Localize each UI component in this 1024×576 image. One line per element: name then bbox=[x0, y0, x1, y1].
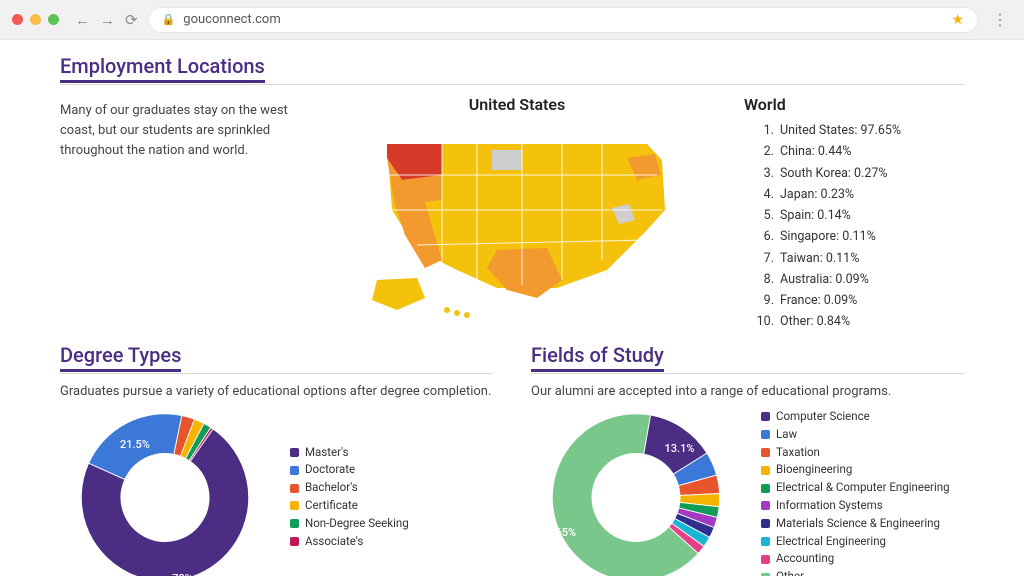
close-icon[interactable] bbox=[12, 14, 23, 25]
employment-locations-heading: Employment Locations bbox=[60, 54, 265, 83]
divider bbox=[60, 84, 964, 85]
us-map-title: United States bbox=[314, 95, 720, 114]
world-list-item: 7.Taiwan: 0.11% bbox=[754, 248, 964, 269]
legend-item: Taxation bbox=[761, 444, 950, 462]
reload-icon[interactable]: ⟳ bbox=[125, 11, 138, 29]
legend-item: Electrical & Computer Engineering bbox=[761, 479, 950, 497]
legend-item: Other bbox=[761, 568, 950, 576]
address-bar[interactable]: 🔒 gouconnect.com ★ bbox=[148, 7, 978, 33]
overflow-menu-icon[interactable]: ⋮ bbox=[988, 10, 1012, 29]
forward-icon[interactable]: → bbox=[100, 11, 115, 29]
back-icon[interactable]: ← bbox=[75, 11, 90, 29]
url-text: gouconnect.com bbox=[183, 12, 280, 27]
bookmark-star-icon[interactable]: ★ bbox=[951, 12, 964, 28]
world-list-item: 6.Singapore: 0.11% bbox=[754, 226, 964, 247]
legend-item: Bachelor's bbox=[290, 479, 409, 497]
legend-item: Accounting bbox=[761, 550, 950, 568]
world-list-item: 10.Other: 0.84% bbox=[754, 311, 964, 332]
world-rankings-list: 1.United States: 97.65%2.China: 0.44%3.S… bbox=[744, 120, 964, 333]
degree-types-heading: Degree Types bbox=[60, 343, 181, 372]
fields-of-study-subtitle: Our alumni are accepted into a range of … bbox=[531, 384, 964, 399]
legend-item: Associate's bbox=[290, 533, 409, 551]
world-list-item: 1.United States: 97.65% bbox=[754, 120, 964, 141]
minimize-icon[interactable] bbox=[30, 14, 41, 25]
world-list-item: 9.France: 0.09% bbox=[754, 290, 964, 311]
legend-item: Materials Science & Engineering bbox=[761, 515, 950, 533]
world-list-item: 8.Australia: 0.09% bbox=[754, 269, 964, 290]
degree-types-subtitle: Graduates pursue a variety of educationa… bbox=[60, 384, 493, 399]
world-list-item: 2.China: 0.44% bbox=[754, 141, 964, 162]
legend-item: Bioengineering bbox=[761, 461, 950, 479]
legend-item: Non-Degree Seeking bbox=[290, 515, 409, 533]
divider bbox=[60, 373, 493, 374]
us-map-chart bbox=[347, 120, 687, 320]
legend-item: Electrical Engineering bbox=[761, 533, 950, 551]
browser-chrome: ← → ⟳ 🔒 gouconnect.com ★ ⋮ bbox=[0, 0, 1024, 40]
employment-blurb: Many of our graduates stay on the west c… bbox=[60, 95, 290, 333]
maximize-icon[interactable] bbox=[48, 14, 59, 25]
fields-of-study-heading: Fields of Study bbox=[531, 343, 664, 372]
page-content: Employment Locations Many of our graduat… bbox=[0, 40, 1024, 576]
window-controls bbox=[12, 14, 59, 25]
legend-item: Law bbox=[761, 426, 950, 444]
legend-item: Doctorate bbox=[290, 461, 409, 479]
fields-of-study-legend: Computer ScienceLawTaxationBioengineerin… bbox=[761, 408, 950, 576]
world-list-item: 5.Spain: 0.14% bbox=[754, 205, 964, 226]
legend-item: Master's bbox=[290, 444, 409, 462]
legend-item: Information Systems bbox=[761, 497, 950, 515]
world-list-item: 3.South Korea: 0.27% bbox=[754, 163, 964, 184]
world-list-item: 4.Japan: 0.23% bbox=[754, 184, 964, 205]
browser-window: ← → ⟳ 🔒 gouconnect.com ★ ⋮ Employment Lo… bbox=[0, 0, 1024, 576]
legend-item: Computer Science bbox=[761, 408, 950, 426]
degree-types-legend: Master'sDoctorateBachelor'sCertificateNo… bbox=[290, 444, 409, 551]
legend-item: Certificate bbox=[290, 497, 409, 515]
degree-types-donut-chart: 72%21.5% bbox=[60, 405, 270, 576]
fields-of-study-donut-chart: 13.1%65% bbox=[531, 405, 741, 576]
lock-icon: 🔒 bbox=[162, 13, 176, 26]
world-list-title: World bbox=[744, 95, 964, 114]
divider bbox=[531, 373, 964, 374]
